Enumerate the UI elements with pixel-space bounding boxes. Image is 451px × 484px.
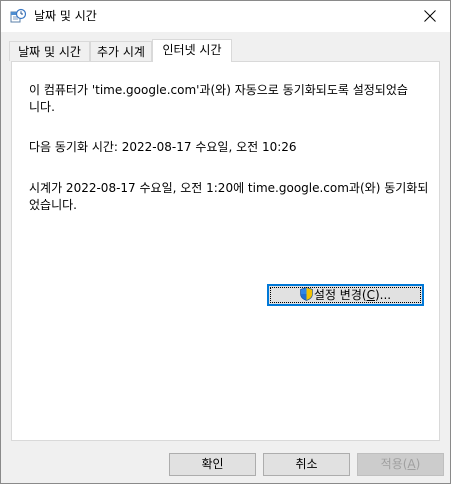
tab-label: 추가 시계 [97, 45, 145, 59]
apply-mnemonic: A [407, 457, 416, 471]
tab-additional-clocks[interactable]: 추가 시계 [90, 41, 152, 61]
apply-label-after: ) [415, 457, 421, 471]
change-settings-label-after: )... [374, 288, 392, 302]
window-title: 날짜 및 시간 [34, 9, 97, 23]
tab-label: 인터넷 시간 [162, 43, 222, 57]
next-sync-text: 다음 동기화 시간: 2022-08-17 수요일, 오전 10:26 [29, 140, 297, 154]
title-bar: 날짜 및 시간 [1, 1, 450, 32]
cancel-button[interactable]: 취소 [263, 453, 350, 476]
internet-time-panel: 이 컴퓨터가 'time.google.com'과(와) 자동으로 동기화되도록… [11, 61, 440, 441]
change-settings-mnemonic: C [366, 288, 375, 302]
change-settings-label-before: 설정 변경( [313, 288, 367, 302]
cancel-label: 취소 [295, 457, 318, 471]
uac-shield-icon [300, 287, 313, 301]
tab-label: 날짜 및 시간 [18, 45, 81, 59]
apply-button[interactable]: 적용(A) [357, 453, 444, 476]
sync-config-text: 이 컴퓨터가 'time.google.com'과(와) 자동으로 동기화되도록… [29, 83, 408, 114]
tab-internet-time[interactable]: 인터넷 시간 [152, 39, 232, 62]
change-settings-button[interactable]: 설정 변경(C)... [267, 284, 424, 306]
last-sync-text: 시계가 2022-08-17 수요일, 오전 1:20에 time.google… [29, 181, 429, 212]
close-button[interactable] [410, 1, 450, 32]
clock-app-icon [10, 8, 27, 24]
ok-button[interactable]: 확인 [169, 453, 256, 476]
tab-date-and-time[interactable]: 날짜 및 시간 [9, 41, 90, 61]
date-time-dialog: 날짜 및 시간 날짜 및 시간 추가 시계 인터넷 시간 이 컴퓨터가 'tim… [0, 0, 451, 484]
apply-label-before: 적용( [380, 457, 408, 471]
ok-label: 확인 [201, 457, 224, 471]
close-icon [424, 10, 436, 22]
